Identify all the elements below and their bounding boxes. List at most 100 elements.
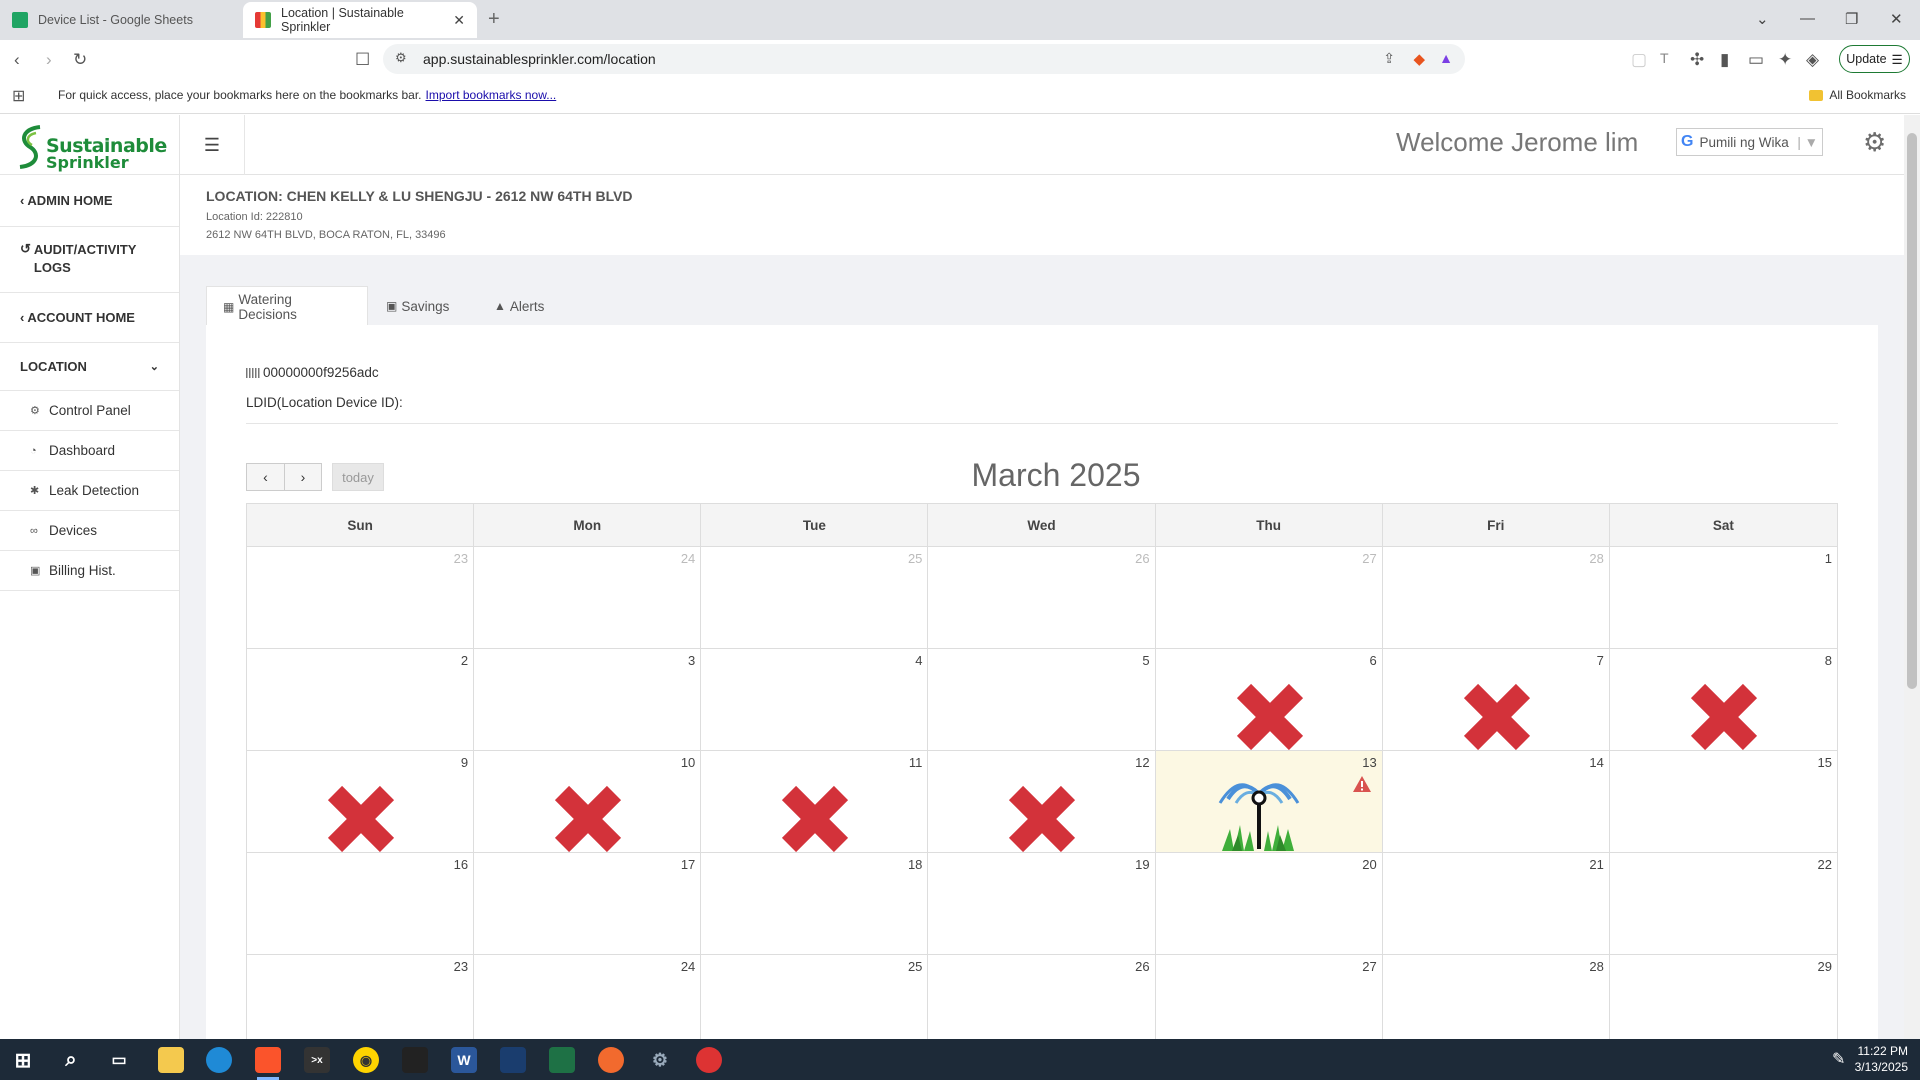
calendar-day[interactable]: 5 xyxy=(928,649,1156,751)
calendar-day[interactable]: 24 xyxy=(474,547,702,649)
capcut-icon[interactable] xyxy=(402,1047,428,1073)
tab-sustainable-sprinkler[interactable]: Location | Sustainable Sprinkler ✕ xyxy=(243,2,477,38)
sidebar-item-dashboard[interactable]: ◔ Dashboard xyxy=(0,431,179,471)
calendar-day[interactable]: 10 xyxy=(474,751,702,853)
alert-warning-icon[interactable] xyxy=(1352,775,1372,798)
edge-icon[interactable] xyxy=(206,1047,232,1073)
sidebar-item-leak-detection[interactable]: ✱ Leak Detection xyxy=(0,471,179,511)
new-tab-icon[interactable]: + xyxy=(488,8,500,31)
calendar-day[interactable]: 24 xyxy=(474,955,702,1039)
tab-search-icon[interactable]: ⌄ xyxy=(1756,10,1769,28)
skip-watering-x-icon[interactable] xyxy=(548,779,628,852)
chat-app-icon[interactable]: ◉ xyxy=(353,1047,379,1073)
language-select[interactable]: G Pumili ng Wika | ▼ xyxy=(1676,128,1823,156)
task-view-icon[interactable]: ▭ xyxy=(106,1047,132,1073)
calendar-day[interactable]: 16 xyxy=(247,853,475,955)
calendar-day[interactable]: 27 xyxy=(1156,955,1383,1039)
today-button[interactable]: today xyxy=(332,463,384,491)
sidebar-item-control-panel[interactable]: ⚙ Control Panel xyxy=(0,391,179,431)
settings-gear-icon[interactable]: ⚙ xyxy=(1863,127,1886,158)
calendar-day[interactable]: 3 xyxy=(474,649,702,751)
calendar-day[interactable]: 6 xyxy=(1155,649,1383,751)
extensions-puzzle-icon[interactable]: ✣ xyxy=(1690,50,1704,70)
extension-icon[interactable]: ▢ xyxy=(1631,50,1647,70)
bookmark-icon[interactable]: ☐ xyxy=(355,50,370,70)
close-tab-icon[interactable]: ✕ xyxy=(453,12,465,29)
update-button[interactable]: Update ☰ xyxy=(1839,45,1910,73)
calendar-day[interactable]: 23 xyxy=(247,547,475,649)
app-icon[interactable] xyxy=(696,1047,722,1073)
pen-icon[interactable]: ✎ xyxy=(1832,1049,1845,1069)
calendar-day[interactable]: 15 xyxy=(1609,751,1837,853)
leo-ai-icon[interactable]: ✦ xyxy=(1778,50,1792,70)
calendar-day[interactable]: 7 xyxy=(1382,649,1610,751)
scrollbar-thumb[interactable] xyxy=(1907,133,1917,689)
database-app-icon[interactable] xyxy=(500,1047,526,1073)
vpn-icon[interactable]: ◈ xyxy=(1806,50,1819,70)
all-bookmarks-button[interactable]: All Bookmarks xyxy=(1809,88,1906,102)
calendar-day[interactable]: 14 xyxy=(1382,751,1610,853)
nav-audit-logs[interactable]: ↺ AUDIT/ACTIVITY LOGS xyxy=(0,227,179,293)
watering-sprinkler-icon[interactable] xyxy=(1214,773,1304,852)
calendar-day[interactable]: 4 xyxy=(701,649,929,751)
calendar-day[interactable]: 26 xyxy=(928,547,1156,649)
tab-alerts[interactable]: ▲ Alerts xyxy=(478,286,560,326)
search-icon[interactable]: ⌕ xyxy=(58,1047,84,1073)
sidebar-item-devices[interactable]: ∞ Devices xyxy=(0,511,179,551)
restore-icon[interactable]: ❐ xyxy=(1845,10,1858,28)
postman-icon[interactable] xyxy=(598,1047,624,1073)
calendar-day[interactable]: 26 xyxy=(928,955,1156,1039)
terminal-icon[interactable]: >x xyxy=(304,1047,330,1073)
word-icon[interactable]: W xyxy=(451,1047,477,1073)
brave-icon[interactable] xyxy=(255,1047,281,1073)
calendar-day[interactable]: 8 xyxy=(1609,649,1837,751)
page-scrollbar[interactable] xyxy=(1904,115,1920,1039)
hamburger-menu-icon[interactable]: ☰ xyxy=(180,115,245,175)
calendar-day[interactable]: 9 xyxy=(247,751,475,853)
apps-grid-icon[interactable]: ⊞ xyxy=(12,86,25,106)
skip-watering-x-icon[interactable] xyxy=(1002,779,1082,852)
chart-app-icon[interactable] xyxy=(549,1047,575,1073)
calendar-day[interactable]: 27 xyxy=(1155,547,1383,649)
calendar-day[interactable]: 12 xyxy=(928,751,1156,853)
calendar-day[interactable]: 17 xyxy=(474,853,702,955)
skip-watering-x-icon[interactable] xyxy=(1457,677,1537,750)
forward-icon[interactable]: › xyxy=(46,50,52,70)
settings-app-icon[interactable]: ⚙ xyxy=(647,1047,673,1073)
calendar-day[interactable]: 11 xyxy=(701,751,929,853)
logo[interactable]: Sustainable Sprinkler xyxy=(0,115,179,175)
calendar-day[interactable]: 28 xyxy=(1383,955,1610,1039)
tab-watering-decisions[interactable]: ▦ Watering Decisions xyxy=(206,286,368,326)
calendar-day[interactable]: 29 xyxy=(1610,955,1837,1039)
nav-account-home[interactable]: ‹ ACCOUNT HOME xyxy=(0,293,179,343)
next-month-button[interactable]: › xyxy=(284,463,322,491)
system-clock[interactable]: 11:22 PM 3/13/2025 xyxy=(1855,1043,1908,1075)
skip-watering-x-icon[interactable] xyxy=(775,779,855,852)
calendar-day[interactable]: 18 xyxy=(701,853,929,955)
calendar-day-today[interactable]: 13 xyxy=(1155,751,1383,853)
reload-icon[interactable]: ↻ xyxy=(73,50,87,70)
import-bookmarks-link[interactable]: Import bookmarks now... xyxy=(426,88,557,102)
skip-watering-x-icon[interactable] xyxy=(1230,677,1310,750)
calendar-day[interactable]: 22 xyxy=(1609,853,1837,955)
brave-shields-icon[interactable]: ◆ xyxy=(1413,50,1425,68)
translate-extension-icon[interactable]: T xyxy=(1660,50,1669,66)
file-explorer-icon[interactable] xyxy=(158,1047,184,1073)
calendar-day[interactable]: 21 xyxy=(1382,853,1610,955)
nav-location[interactable]: LOCATION ⌄ xyxy=(0,343,179,391)
calendar-day[interactable]: 1 xyxy=(1609,547,1837,649)
brave-rewards-icon[interactable]: ▲ xyxy=(1439,50,1453,66)
prev-month-button[interactable]: ‹ xyxy=(246,463,285,491)
skip-watering-x-icon[interactable] xyxy=(1684,677,1764,750)
calendar-day[interactable]: 23 xyxy=(247,955,475,1039)
tab-savings[interactable]: ▣ Savings xyxy=(370,286,465,326)
skip-watering-x-icon[interactable] xyxy=(321,779,401,852)
calendar-day[interactable]: 25 xyxy=(701,955,929,1039)
calendar-day[interactable]: 28 xyxy=(1382,547,1610,649)
tab-google-sheets[interactable]: Device List - Google Sheets xyxy=(0,2,240,38)
close-window-icon[interactable]: ✕ xyxy=(1890,10,1903,28)
share-icon[interactable]: ⇪ xyxy=(1383,50,1395,67)
sidebar-icon[interactable]: ▮ xyxy=(1720,50,1729,70)
address-bar[interactable]: ⚙ app.sustainablesprinkler.com/location … xyxy=(383,44,1465,74)
calendar-day[interactable]: 19 xyxy=(928,853,1156,955)
